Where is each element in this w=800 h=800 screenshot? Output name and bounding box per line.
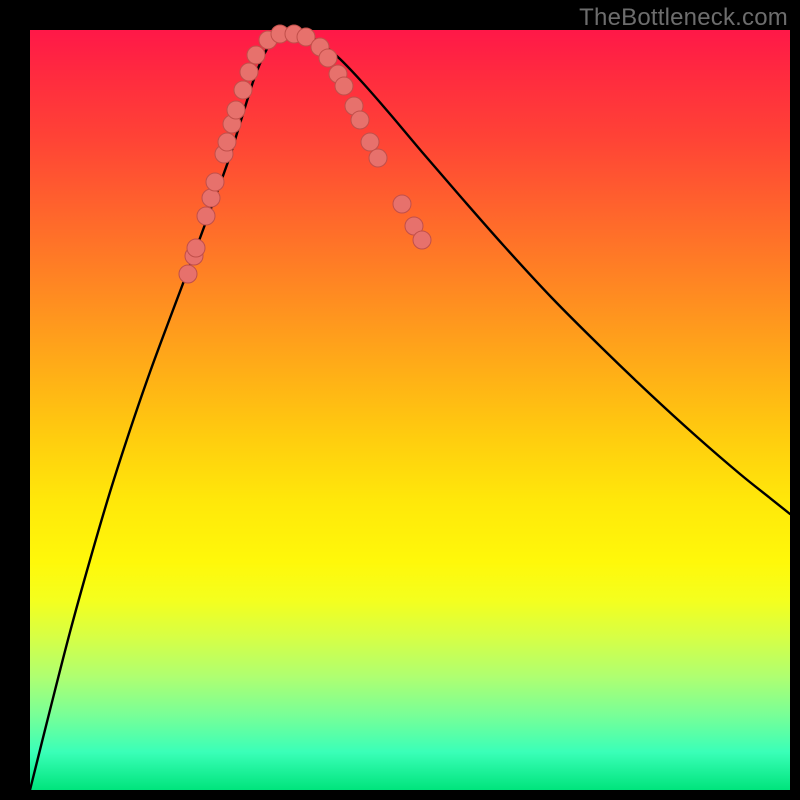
data-dot <box>361 133 379 151</box>
data-dot <box>247 46 265 64</box>
watermark-text: TheBottleneck.com <box>579 4 788 32</box>
bottleneck-curve <box>30 32 790 790</box>
data-dot <box>187 239 205 257</box>
data-dot <box>234 81 252 99</box>
data-dot <box>206 173 224 191</box>
data-dot <box>335 77 353 95</box>
data-dot <box>218 133 236 151</box>
plot-area <box>30 30 790 790</box>
curve-svg <box>30 30 790 790</box>
data-dot <box>319 49 337 67</box>
data-dot <box>369 149 387 167</box>
chart-frame: TheBottleneck.com <box>0 0 800 800</box>
data-dot <box>240 63 258 81</box>
data-dot <box>179 265 197 283</box>
data-dot <box>202 189 220 207</box>
data-dot <box>413 231 431 249</box>
dots-group <box>179 25 431 283</box>
data-dot <box>351 111 369 129</box>
data-dot <box>197 207 215 225</box>
data-dot <box>393 195 411 213</box>
data-dot <box>227 101 245 119</box>
